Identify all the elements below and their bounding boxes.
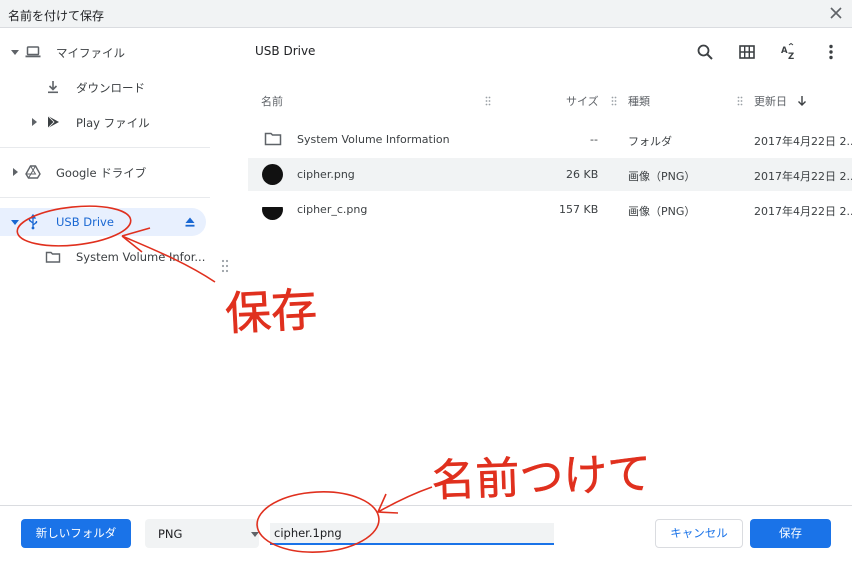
- file-type: 画像（PNG）: [628, 205, 696, 218]
- cancel-button[interactable]: キャンセル: [655, 519, 743, 548]
- drag-handle-icon[interactable]: [221, 258, 229, 276]
- file-type: フォルダ: [628, 135, 672, 148]
- sidebar-item-label: ダウンロード: [76, 81, 145, 95]
- file-modified: 2017年4月22日 2...: [754, 205, 852, 218]
- column-resize-icon[interactable]: [485, 96, 491, 106]
- file-size: 26 KB: [566, 168, 599, 181]
- chevron-down-icon: [251, 532, 259, 537]
- filename-input[interactable]: [270, 523, 554, 545]
- grid-view-icon[interactable]: [737, 42, 757, 62]
- sidebar-item-google-drive[interactable]: Google ドライブ: [0, 158, 210, 186]
- save-button[interactable]: 保存: [750, 519, 831, 548]
- sidebar: マイファイル ダウンロード Play ファイル Google ドライブ USB …: [0, 28, 218, 505]
- sidebar-item-label: Play ファイル: [76, 116, 150, 130]
- folder-icon: [45, 251, 61, 263]
- sort-descending-icon[interactable]: [797, 95, 807, 107]
- sidebar-item-downloads[interactable]: ダウンロード: [0, 73, 210, 101]
- column-header-name[interactable]: 名前: [261, 93, 283, 109]
- svg-text:A: A: [781, 46, 788, 56]
- file-size: 157 KB: [559, 203, 599, 216]
- close-icon[interactable]: [828, 5, 844, 21]
- column-header-modified[interactable]: 更新日: [754, 93, 787, 109]
- image-thumbnail: [262, 199, 283, 220]
- caret-down-icon[interactable]: [10, 217, 20, 227]
- file-type-value: PNG: [158, 527, 183, 541]
- file-type: 画像（PNG）: [628, 170, 696, 183]
- sidebar-item-usb-drive[interactable]: USB Drive: [0, 208, 206, 236]
- caret-right-icon[interactable]: [29, 117, 39, 127]
- file-modified: 2017年4月22日 2...: [754, 170, 852, 183]
- sidebar-divider: [0, 197, 210, 198]
- table-row[interactable]: System Volume Information -- フォルダ 2017年4…: [248, 123, 852, 156]
- search-icon[interactable]: [695, 42, 715, 62]
- file-list-pane: USB Drive AZ 名前 サイズ 種類 更新日 System Volume…: [248, 28, 852, 505]
- sidebar-item-play-files[interactable]: Play ファイル: [0, 108, 210, 136]
- current-folder-title: USB Drive: [255, 44, 316, 58]
- column-header-type[interactable]: 種類: [628, 93, 650, 109]
- column-header-size[interactable]: サイズ: [566, 93, 599, 109]
- usb-icon: [28, 214, 38, 230]
- download-icon: [48, 81, 58, 94]
- dialog-footer: 新しいフォルダ PNG キャンセル 保存: [0, 505, 852, 561]
- play-store-icon: [47, 115, 59, 129]
- folder-icon: [264, 132, 282, 146]
- caret-down-icon[interactable]: [10, 47, 20, 57]
- file-name: cipher.png: [297, 168, 355, 181]
- svg-text:Z: Z: [788, 52, 794, 62]
- file-size: --: [590, 133, 598, 146]
- sidebar-item-label: USB Drive: [56, 215, 114, 229]
- image-thumbnail: [262, 164, 283, 185]
- sidebar-item-label: マイファイル: [56, 46, 125, 60]
- file-name: cipher_c.png: [297, 203, 368, 216]
- google-drive-icon: [25, 165, 41, 179]
- file-type-select[interactable]: PNG: [145, 519, 259, 548]
- sidebar-divider: [0, 147, 210, 148]
- sidebar-item-system-volume[interactable]: System Volume Infor...: [0, 243, 210, 271]
- column-resize-icon[interactable]: [737, 96, 743, 106]
- file-name: System Volume Information: [297, 133, 450, 146]
- eject-icon[interactable]: [184, 216, 196, 228]
- sidebar-item-label: Google ドライブ: [56, 166, 147, 180]
- new-folder-button[interactable]: 新しいフォルダ: [21, 519, 131, 548]
- table-row[interactable]: cipher_c.png 157 KB 画像（PNG） 2017年4月22日 2…: [248, 193, 852, 226]
- more-options-icon[interactable]: [821, 42, 841, 62]
- title-bar: 名前を付けて保存: [0, 0, 852, 28]
- sort-az-icon[interactable]: AZ: [779, 42, 799, 62]
- dialog-title: 名前を付けて保存: [8, 9, 105, 23]
- caret-right-icon[interactable]: [10, 167, 20, 177]
- sidebar-item-label: System Volume Infor...: [76, 250, 206, 264]
- file-modified: 2017年4月22日 2...: [754, 135, 852, 148]
- sidebar-item-my-files[interactable]: マイファイル: [0, 38, 210, 66]
- table-row[interactable]: cipher.png 26 KB 画像（PNG） 2017年4月22日 2...: [248, 158, 852, 191]
- laptop-icon: [25, 46, 41, 58]
- column-resize-icon[interactable]: [611, 96, 617, 106]
